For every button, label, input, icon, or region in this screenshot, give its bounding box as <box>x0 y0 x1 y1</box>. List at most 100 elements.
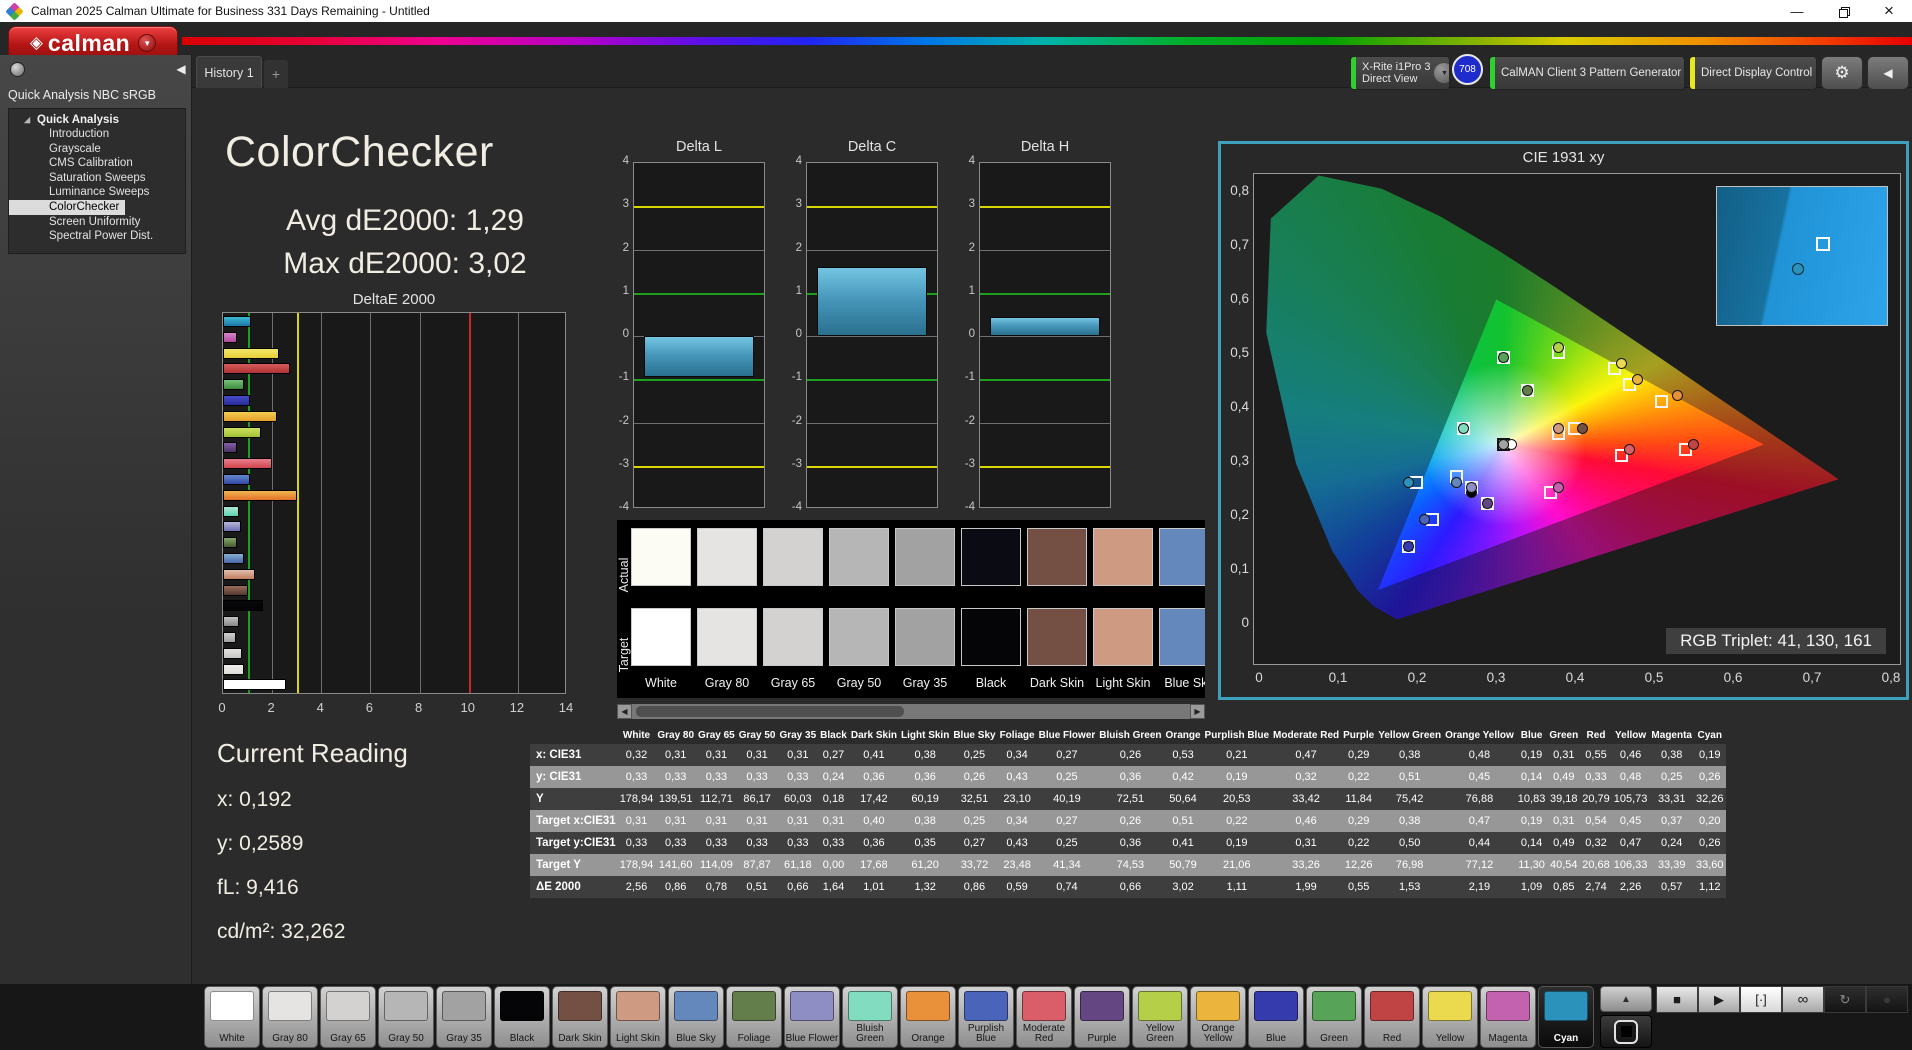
minimize-button[interactable]: — <box>1774 0 1820 22</box>
patch-button-orange-yellow[interactable]: Orange Yellow <box>1190 986 1246 1048</box>
patch-button-blue[interactable]: Blue <box>1248 986 1304 1048</box>
y-tick-label: -3 <box>791 457 802 470</box>
patch-button-black[interactable]: Black <box>494 986 550 1048</box>
cell-foliage-y-cie31: 0,43 <box>1006 771 1028 783</box>
meter-device-dropdown[interactable]: X-Rite i1Pro 3 Direct View ▼ <box>1350 56 1450 90</box>
column-header-dark-skin: Dark Skin <box>850 730 897 741</box>
sidebar-item-introduction[interactable]: Introduction <box>9 127 185 142</box>
patch-button-blue-sky[interactable]: Blue Sky <box>668 986 724 1048</box>
play-button[interactable]: ▶ <box>1698 986 1740 1013</box>
patch-button-purple[interactable]: Purple <box>1074 986 1130 1048</box>
cell-purple--e-2000: 0,55 <box>1347 881 1370 893</box>
x-tick-label: 6 <box>365 700 374 715</box>
column-header-orange-yellow: Orange Yellow <box>1445 730 1514 741</box>
panel-collapse-button[interactable]: ◀ <box>1867 56 1909 90</box>
patch-swatch-light-skin <box>616 991 660 1021</box>
pattern-generator-label: CalMAN Client 3 Pattern Generator <box>1501 66 1682 79</box>
patch-button-bluish-green[interactable]: Bluish Green <box>842 986 898 1048</box>
restore-button[interactable] <box>1820 0 1866 22</box>
cell-green-target-y: 40,54 <box>1550 859 1578 871</box>
cell-bluish-green-y-cie31: 0,36 <box>1119 771 1142 783</box>
sidebar-item-luminance-sweeps[interactable]: Luminance Sweeps <box>9 185 185 200</box>
cell-light-skin-y: 60,19 <box>911 793 939 805</box>
patch-button-light-skin[interactable]: Light Skin <box>610 986 666 1048</box>
cell-blue-sky--e-2000: 0,86 <box>963 881 986 893</box>
cell-gray-80--e-2000: 0,86 <box>664 881 687 893</box>
cie-x-tick-label: 0,8 <box>1881 670 1901 685</box>
app-icon <box>5 1 24 21</box>
single-measure-button[interactable]: [·] <box>1740 986 1782 1013</box>
y-tick-label: -4 <box>964 501 975 513</box>
patch-button-gray-80[interactable]: Gray 80 <box>262 986 318 1048</box>
cell-yellow-green-target-x-cie31: 0,38 <box>1398 815 1421 827</box>
patch-button-orange[interactable]: Orange <box>900 986 956 1048</box>
tree-root-quick-analysis[interactable]: Quick Analysis <box>9 113 185 127</box>
cell-blue-sky-x-cie31: 0,25 <box>963 749 986 761</box>
scroll-left-icon[interactable]: ◀ <box>617 704 632 719</box>
column-header-foliage: Foliage <box>999 730 1035 741</box>
sidebar-item-cms-calibration[interactable]: CMS Calibration <box>9 156 185 171</box>
gridline <box>980 379 1110 382</box>
pattern-generator-dropdown[interactable]: CalMAN Client 3 Pattern Generator ▼ <box>1489 56 1685 90</box>
meter-count-badge[interactable]: 708 <box>1452 54 1483 85</box>
patch-button-cyan[interactable]: Cyan <box>1538 986 1594 1048</box>
scroll-right-icon[interactable]: ▶ <box>1190 704 1205 719</box>
patch-button-yellow-green[interactable]: Yellow Green <box>1132 986 1188 1048</box>
cell-blue-target-y: 11,30 <box>1518 859 1545 871</box>
patch-button-gray-50[interactable]: Gray 50 <box>378 986 434 1048</box>
workflow-title: Quick Analysis NBC sRGB <box>8 88 156 102</box>
patch-button-green[interactable]: Green <box>1306 986 1362 1048</box>
patch-button-red[interactable]: Red <box>1364 986 1420 1048</box>
patch-panel-up-button[interactable]: ▲ <box>1600 986 1652 1012</box>
patch-button-moderate-red[interactable]: Moderate Red <box>1016 986 1072 1048</box>
close-button[interactable]: × <box>1866 0 1912 22</box>
patch-button-magenta[interactable]: Magenta <box>1480 986 1536 1048</box>
patch-button-foliage[interactable]: Foliage <box>726 986 782 1048</box>
sidebar-pin-button[interactable] <box>10 62 25 77</box>
patch-button-dark-skin[interactable]: Dark Skin <box>552 986 608 1048</box>
cell-light-skin-target-y-cie31: 0,35 <box>914 837 936 849</box>
record-button[interactable]: ● <box>1866 986 1908 1013</box>
cell-gray-35-y: 60,03 <box>784 793 812 805</box>
stop-button[interactable]: ■ <box>1656 986 1698 1013</box>
pattern-window-button[interactable] <box>1600 1015 1652 1048</box>
patch-button-white[interactable]: White <box>204 986 260 1048</box>
cie-x-tick-label: 0 <box>1255 670 1263 685</box>
sidebar-collapse-button[interactable]: ◀ <box>174 60 188 78</box>
sidebar-item-spectral-power-dist-[interactable]: Spectral Power Dist. <box>9 229 185 244</box>
refresh-button[interactable]: ↻ <box>1824 986 1866 1013</box>
display-control-dropdown[interactable]: Direct Display Control ▼ <box>1689 56 1817 90</box>
patch-button-purplish-blue[interactable]: Purplish Blue <box>958 986 1014 1048</box>
cell-bluish-green-y: 72,51 <box>1116 793 1145 805</box>
sidebar-item-colorchecker[interactable]: ColorChecker <box>9 199 126 215</box>
cie-measured-red <box>1687 438 1699 450</box>
settings-button[interactable]: ⚙ <box>1821 56 1863 90</box>
cell-gray-35-target-y: 61,18 <box>784 859 812 871</box>
actual-row-label: Actual <box>617 557 631 593</box>
patch-button-gray-35[interactable]: Gray 35 <box>436 986 492 1048</box>
patch-button-gray-65[interactable]: Gray 65 <box>320 986 376 1048</box>
continuous-measure-button[interactable]: ∞ <box>1782 986 1824 1013</box>
sidebar-item-saturation-sweeps[interactable]: Saturation Sweeps <box>9 171 185 186</box>
target-swatch-light-skin <box>1093 608 1153 666</box>
sidebar-item-screen-uniformity[interactable]: Screen Uniformity <box>9 215 185 230</box>
patch-button-yellow[interactable]: Yellow <box>1422 986 1478 1048</box>
reading-y: y: 0,2589 <box>217 832 304 855</box>
sidebar-item-grayscale[interactable]: Grayscale <box>9 142 185 157</box>
cell-magenta-y-cie31: 0,25 <box>1660 771 1683 783</box>
y-tick-label: -2 <box>791 414 802 427</box>
patch-swatch-purple <box>1080 991 1124 1021</box>
patch-button-blue-flower[interactable]: Blue Flower <box>784 986 840 1048</box>
table-row-y-cie31: y: CIE31 0,33 0,33 0,33 0,33 0,33 0,24 0,36 0,36… <box>530 766 1726 788</box>
swatch-name-label: Black <box>975 676 1007 690</box>
swatch-scrollbar[interactable]: ◀ ▶ <box>617 704 1205 719</box>
reading-fl: fL: 9,416 <box>217 876 299 899</box>
patch-swatch-moderate-red <box>1022 991 1066 1021</box>
actual-swatch-blue-sky <box>1159 528 1205 586</box>
tab-history-1[interactable]: History 1 <box>196 56 262 88</box>
table-row-x-cie31: x: CIE31 0,32 0,31 0,31 0,31 0,31 0,27 0,41 0,38… <box>530 744 1726 766</box>
cell-gray-50-x-cie31: 0,31 <box>746 749 768 761</box>
add-tab-button[interactable]: + <box>264 60 288 88</box>
scrollbar-thumb[interactable] <box>636 706 904 717</box>
cell-purplish-blue-target-y-cie31: 0,19 <box>1226 837 1248 849</box>
